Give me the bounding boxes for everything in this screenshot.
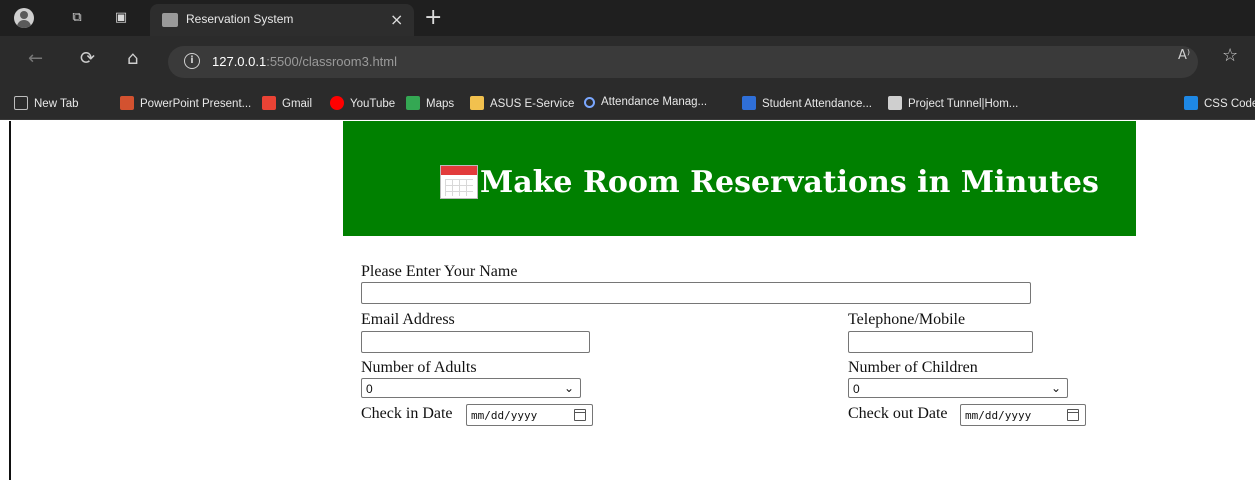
children-selected-value: 0 bbox=[853, 382, 860, 396]
bookmark-student-attendance[interactable]: Student Attendance... bbox=[742, 96, 872, 110]
calendar-header bbox=[441, 166, 477, 175]
checkin-label: Check in Date bbox=[361, 405, 453, 422]
bookmark-asus-e-service[interactable]: ASUS E-Service bbox=[470, 96, 574, 110]
favorite-star-icon[interactable]: ☆ bbox=[1222, 45, 1238, 66]
bookmark-label: Attendance Manag... bbox=[601, 96, 708, 108]
reload-icon[interactable]: ⟳ bbox=[80, 48, 95, 69]
close-tab-icon[interactable]: × bbox=[390, 10, 403, 29]
children-label: Number of Children bbox=[848, 359, 978, 376]
tab-actions-icon[interactable]: ▣ bbox=[112, 9, 130, 27]
profile-avatar-icon[interactable] bbox=[14, 8, 34, 28]
url-text[interactable]: 127.0.0.1:5500/classroom3.html bbox=[212, 54, 397, 69]
css-icon bbox=[1184, 96, 1198, 110]
bookmark-label: New Tab bbox=[34, 98, 79, 110]
bookmark-gmail[interactable]: Gmail bbox=[262, 96, 312, 110]
phone-field[interactable] bbox=[848, 331, 1033, 353]
adults-select[interactable]: 0 ⌄ bbox=[361, 378, 581, 398]
page-title: Make Room Reservations in Minutes bbox=[480, 165, 1099, 200]
bookmark-label: CSS Code bbox=[1204, 98, 1255, 110]
calendar-grid bbox=[445, 179, 473, 196]
calendar-picker-icon[interactable] bbox=[574, 409, 586, 421]
adults-label: Number of Adults bbox=[361, 359, 477, 376]
checkout-date-input[interactable]: mm/dd/yyyy bbox=[960, 404, 1086, 426]
bookmark-label: Gmail bbox=[282, 98, 313, 110]
bookmark-attendance-manager[interactable]: Attendance Manag... bbox=[584, 96, 707, 108]
new-tab-button[interactable]: + bbox=[424, 5, 442, 30]
bookmarks-bar: New Tab PowerPoint Present... Gmail YouT… bbox=[0, 88, 1255, 120]
chevron-down-icon: ⌄ bbox=[1050, 381, 1061, 395]
youtube-icon bbox=[330, 96, 344, 110]
web-page: Make Room Reservations in Minutes Please… bbox=[0, 121, 1255, 480]
bookmark-new-tab[interactable]: New Tab bbox=[14, 96, 79, 110]
read-aloud-icon[interactable]: A⁾ bbox=[1178, 48, 1190, 63]
address-bar[interactable]: i 127.0.0.1:5500/classroom3.html bbox=[168, 46, 1198, 78]
powerpoint-icon bbox=[120, 96, 134, 110]
back-icon[interactable]: ← bbox=[28, 48, 43, 69]
checkin-date-placeholder: mm/dd/yyyy bbox=[471, 409, 538, 422]
bookmark-powerpoint[interactable]: PowerPoint Present... bbox=[120, 96, 251, 110]
checkout-date-placeholder: mm/dd/yyyy bbox=[965, 409, 1032, 422]
bookmark-youtube[interactable]: YouTube bbox=[330, 96, 395, 110]
home-icon[interactable]: ⌂ bbox=[127, 48, 138, 69]
email-field[interactable] bbox=[361, 331, 590, 353]
url-host: 127.0.0.1 bbox=[212, 54, 267, 69]
page-left-border bbox=[9, 121, 11, 480]
tab-reservation-system[interactable]: Reservation System × bbox=[150, 4, 414, 36]
email-label: Email Address bbox=[361, 311, 455, 328]
tab-title: Reservation System bbox=[186, 12, 294, 26]
bookmark-label: Student Attendance... bbox=[762, 98, 872, 110]
bookmark-css-code[interactable]: CSS Code bbox=[1184, 96, 1255, 110]
browser-tab-bar: ⧉ ▣ Reservation System × + bbox=[0, 0, 1255, 36]
site-info-icon[interactable]: i bbox=[184, 53, 200, 69]
name-label: Please Enter Your Name bbox=[361, 263, 518, 280]
calendar-icon bbox=[440, 165, 478, 199]
calendar-picker-icon[interactable] bbox=[1067, 409, 1079, 421]
page-banner: Make Room Reservations in Minutes bbox=[343, 121, 1136, 236]
bookmark-label: YouTube bbox=[350, 98, 396, 110]
bookmark-label: ASUS E-Service bbox=[490, 98, 575, 110]
name-field[interactable] bbox=[361, 282, 1031, 304]
checkin-date-input[interactable]: mm/dd/yyyy bbox=[466, 404, 593, 426]
checkout-label: Check out Date bbox=[848, 405, 948, 422]
project-icon bbox=[888, 96, 902, 110]
bookmark-label: PowerPoint Present... bbox=[140, 98, 252, 110]
url-path: :5500/classroom3.html bbox=[266, 54, 397, 69]
phone-label: Telephone/Mobile bbox=[848, 311, 966, 328]
folder-icon bbox=[470, 96, 484, 110]
maps-icon bbox=[406, 96, 420, 110]
gmail-icon bbox=[262, 96, 276, 110]
bookmark-maps[interactable]: Maps bbox=[406, 96, 454, 110]
page-icon bbox=[14, 96, 28, 110]
bookmark-project-tunnel[interactable]: Project Tunnel|Hom... bbox=[888, 96, 1018, 110]
adults-selected-value: 0 bbox=[366, 382, 373, 396]
bookmark-label: Maps bbox=[426, 98, 455, 110]
chevron-down-icon: ⌄ bbox=[563, 381, 574, 395]
workspaces-icon[interactable]: ⧉ bbox=[68, 9, 86, 27]
tab-favicon-icon bbox=[162, 13, 178, 27]
search-icon bbox=[584, 97, 595, 108]
bookmark-label: Project Tunnel|Hom... bbox=[908, 98, 1019, 110]
children-select[interactable]: 0 ⌄ bbox=[848, 378, 1068, 398]
browser-toolbar: ← ⟳ ⌂ i 127.0.0.1:5500/classroom3.html A… bbox=[0, 36, 1255, 88]
blank-icon bbox=[742, 96, 756, 110]
